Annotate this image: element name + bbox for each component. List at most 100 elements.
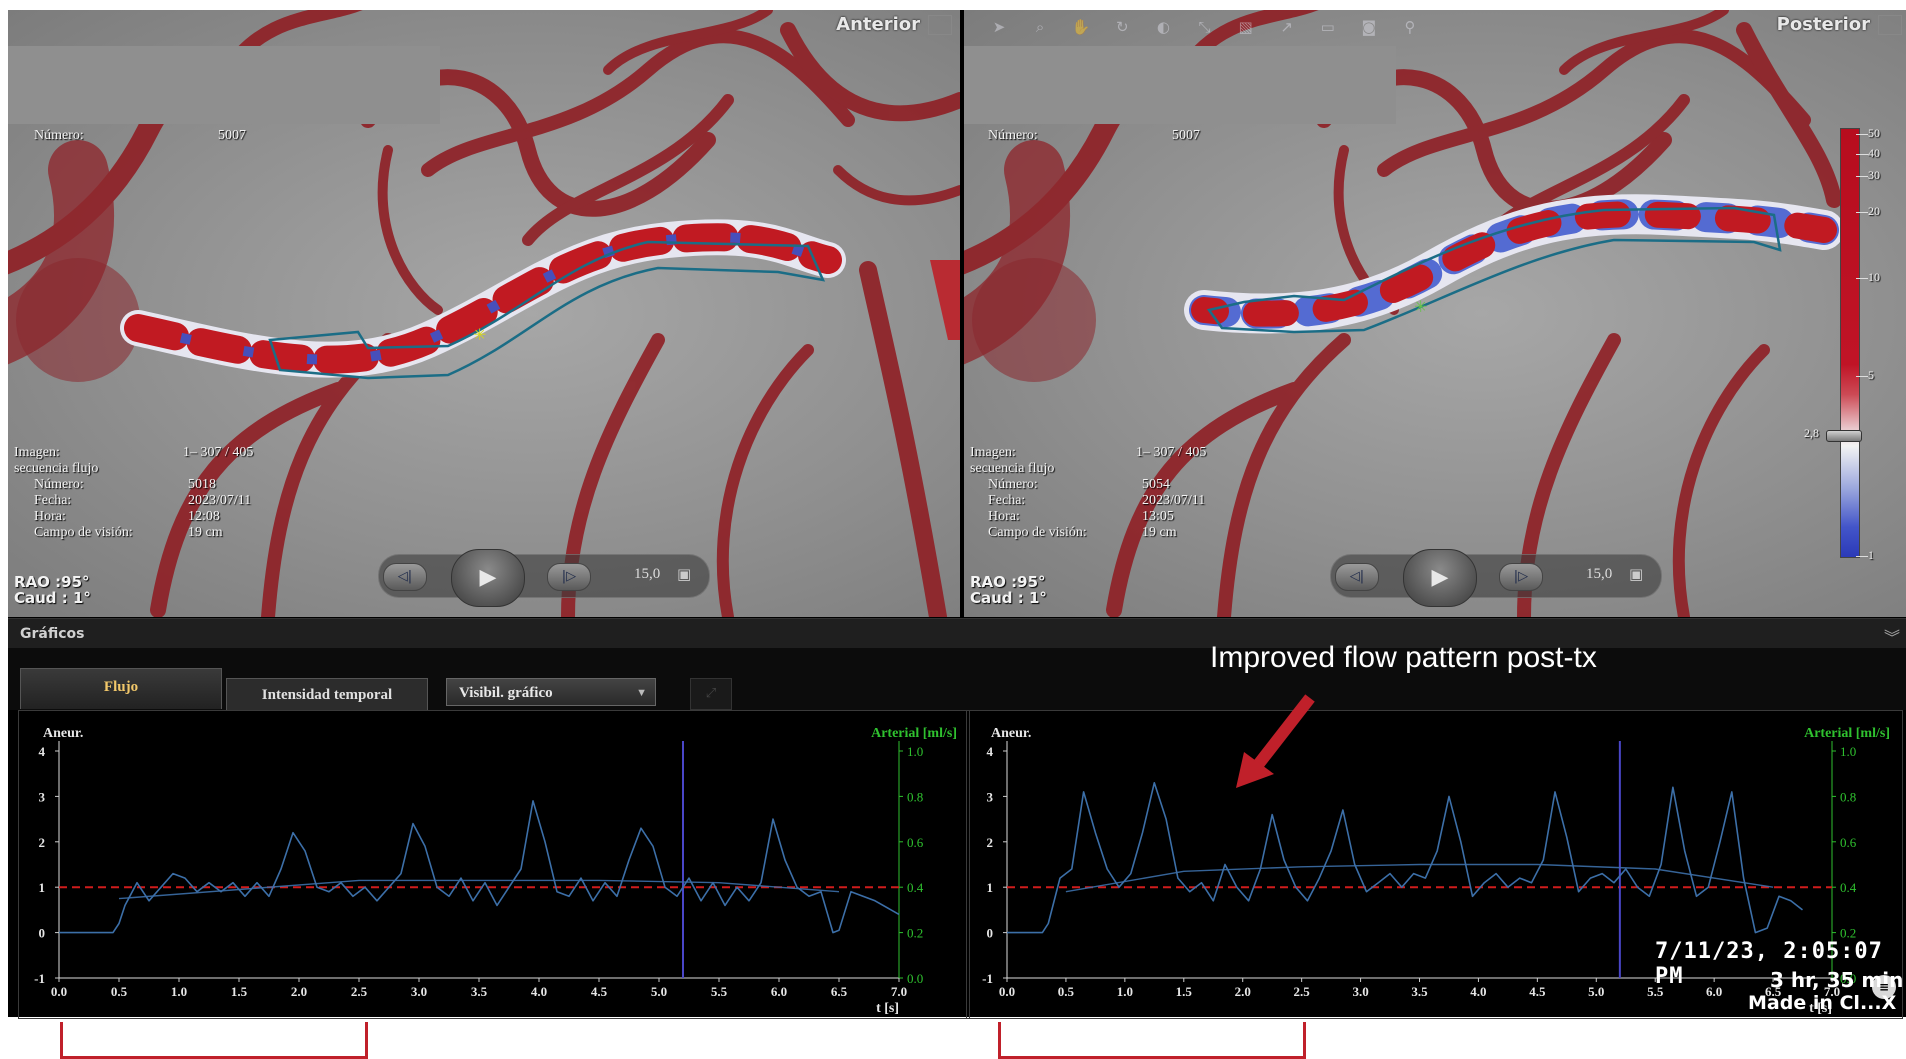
x-tick-label: 1.5 — [1176, 984, 1193, 999]
colorbar-label: 20 — [1868, 204, 1880, 218]
time-value: 12:08 — [188, 509, 220, 524]
colorbar-tick — [1856, 376, 1868, 377]
numero-label: Número: — [988, 128, 1038, 143]
redaction-box — [964, 46, 1396, 124]
x-tick-label: 2.5 — [351, 984, 368, 999]
date-label: Fecha: — [988, 493, 1026, 508]
window-level-icon[interactable]: ◐ — [1148, 14, 1178, 40]
colorbar-tick — [1856, 134, 1868, 135]
colorbar-tick — [1856, 278, 1868, 279]
fov-label: Campo de visión: — [34, 525, 133, 540]
x-tick-label: 5.0 — [1588, 984, 1604, 999]
posterior-label: Posterior — [1776, 14, 1870, 35]
monitor-icon[interactable]: ▭ — [1313, 14, 1343, 40]
annotation-arrow — [1236, 694, 1315, 788]
chevron-down-icon: ▼ — [636, 687, 647, 699]
colorbar-label: 5 — [1868, 368, 1874, 382]
camera-icon[interactable]: ◙ — [1354, 14, 1384, 40]
pointer-icon[interactable]: ➤ — [984, 14, 1014, 40]
colorbar-tick — [1856, 154, 1868, 155]
x-tick-label: 6.0 — [771, 984, 787, 999]
x-tick-label: 5.0 — [651, 984, 667, 999]
svg-text:✳: ✳ — [1414, 297, 1427, 316]
step-back-button[interactable]: ◁| — [383, 563, 427, 591]
x-tick-label: 0.0 — [51, 984, 67, 999]
x-tick-label: 4.5 — [1529, 984, 1546, 999]
colorbar-tick — [1856, 176, 1868, 177]
x-tick-label: 2.5 — [1294, 984, 1311, 999]
caud-angle: Caud : 1° — [970, 589, 1047, 607]
fov-value: 19 cm — [1142, 525, 1177, 540]
captions-icon[interactable]: ≡ — [1872, 975, 1896, 999]
x-tick-label: 0.5 — [1058, 984, 1075, 999]
x-tick-label: 0.0 — [999, 984, 1015, 999]
x-tick-label: 5.5 — [711, 984, 728, 999]
region-icon[interactable]: ▧ — [1231, 14, 1261, 40]
viewport-anterior[interactable]: ✳ Anterior Número: 5007 Imagen: 1– 307 /… — [8, 10, 960, 617]
redaction-box — [8, 46, 440, 124]
x-axis-label: t [s] — [876, 1001, 899, 1016]
fov-label: Campo de visión: — [988, 525, 1087, 540]
arrow-tool-icon[interactable]: ↗ — [1272, 14, 1302, 40]
y-tick-label: 0 — [987, 926, 994, 941]
image-label: Imagen: — [970, 445, 1016, 460]
colorbar-label: 1 — [1868, 548, 1874, 562]
step-forward-button[interactable]: |▷ — [547, 563, 591, 591]
y2-axis-label: Arterial [ml/s] — [871, 726, 957, 741]
series-line-arterial — [1065, 863, 1774, 893]
imaging-app-window: ✳ Anterior Número: 5007 Imagen: 1– 307 /… — [8, 10, 1906, 1019]
step-back-button[interactable]: ◁| — [1335, 563, 1379, 591]
y-tick-label: 2 — [987, 835, 994, 850]
y2-tick-label: 0.4 — [907, 880, 924, 895]
graph-tabs-row: Flujo Intensidad temporal Visibil. gráfi… — [8, 648, 1906, 711]
x-tick-label: 3.5 — [1411, 984, 1428, 999]
zoom-icon[interactable]: ⌕ — [1025, 14, 1055, 40]
rotate-icon[interactable]: ↻ — [1107, 14, 1137, 40]
x-tick-label: 2.0 — [291, 984, 307, 999]
x-tick-label: 4.0 — [531, 984, 547, 999]
time-value: 13:05 — [1142, 509, 1174, 524]
y-tick-label: 3 — [987, 789, 994, 804]
sequence-label: secuencia flujo — [970, 461, 1055, 476]
flow-colorbar — [1840, 128, 1860, 558]
play-button[interactable]: ▶ — [451, 549, 525, 607]
y-tick-label: -1 — [982, 971, 993, 986]
y2-tick-label: 0.8 — [1840, 789, 1856, 804]
expand-graph-button[interactable]: ⤢ — [690, 678, 732, 710]
colorbar-label: 50 — [1868, 126, 1880, 140]
x-tick-label: 3.0 — [1352, 984, 1368, 999]
anterior-label: Anterior — [836, 14, 920, 35]
play-button[interactable]: ▶ — [1403, 549, 1477, 607]
x-tick-label: 4.5 — [591, 984, 608, 999]
y2-tick-label: 0.8 — [907, 789, 923, 804]
colorbar-slider-handle[interactable] — [1826, 430, 1862, 442]
view-title-anterior: Anterior — [836, 14, 952, 35]
numero-value: 5007 — [218, 128, 246, 143]
measure-icon[interactable]: ⤡ — [1189, 14, 1219, 40]
maximize-icon[interactable] — [1878, 15, 1902, 35]
pan-hand-icon[interactable]: ✋ — [1066, 14, 1096, 40]
tab-flow[interactable]: Flujo — [20, 668, 222, 709]
tab-temporal-intensity[interactable]: Intensidad temporal — [226, 678, 428, 711]
maximize-icon[interactable] — [928, 15, 952, 35]
flow-graph-pre[interactable]: -1 0 1 2 3 4 0.0 0.2 0.4 0.6 0.8 1.0 0.0 0.5 1.0 1.5 2.0… — [18, 710, 970, 1019]
camera-icon[interactable]: ▣ — [1629, 565, 1643, 583]
link-icon[interactable]: ⚲ — [1395, 14, 1425, 40]
time-label: Hora: — [34, 509, 66, 524]
camera-icon[interactable]: ▣ — [677, 565, 691, 583]
caud-angle: Caud : 1° — [14, 589, 91, 607]
date-label: Fecha: — [34, 493, 72, 508]
step-forward-button[interactable]: |▷ — [1499, 563, 1543, 591]
x-tick-label: 3.0 — [411, 984, 427, 999]
image-label: Imagen: — [14, 445, 60, 460]
graph-visibility-select[interactable]: Visibil. gráfico ▼ — [446, 678, 656, 706]
colorbar-label: 10 — [1868, 270, 1880, 284]
rao-angle: RAO :95° — [970, 573, 1046, 591]
number-value: 5054 — [1142, 477, 1170, 492]
numero-label: Número: — [34, 128, 84, 143]
collapse-chevron-icon[interactable]: ︾ — [1884, 624, 1900, 648]
annotation-text: Improved flow pattern post-tx — [1210, 641, 1597, 674]
viewport-posterior[interactable]: ✳ ➤ ⌕ ✋ ↻ ◐ ⤡ ▧ ↗ ▭ ◙ ⚲ Posterior Número… — [964, 10, 1906, 617]
rao-angle: RAO :95° — [14, 573, 90, 591]
date-value: 2023/07/11 — [1142, 493, 1206, 508]
